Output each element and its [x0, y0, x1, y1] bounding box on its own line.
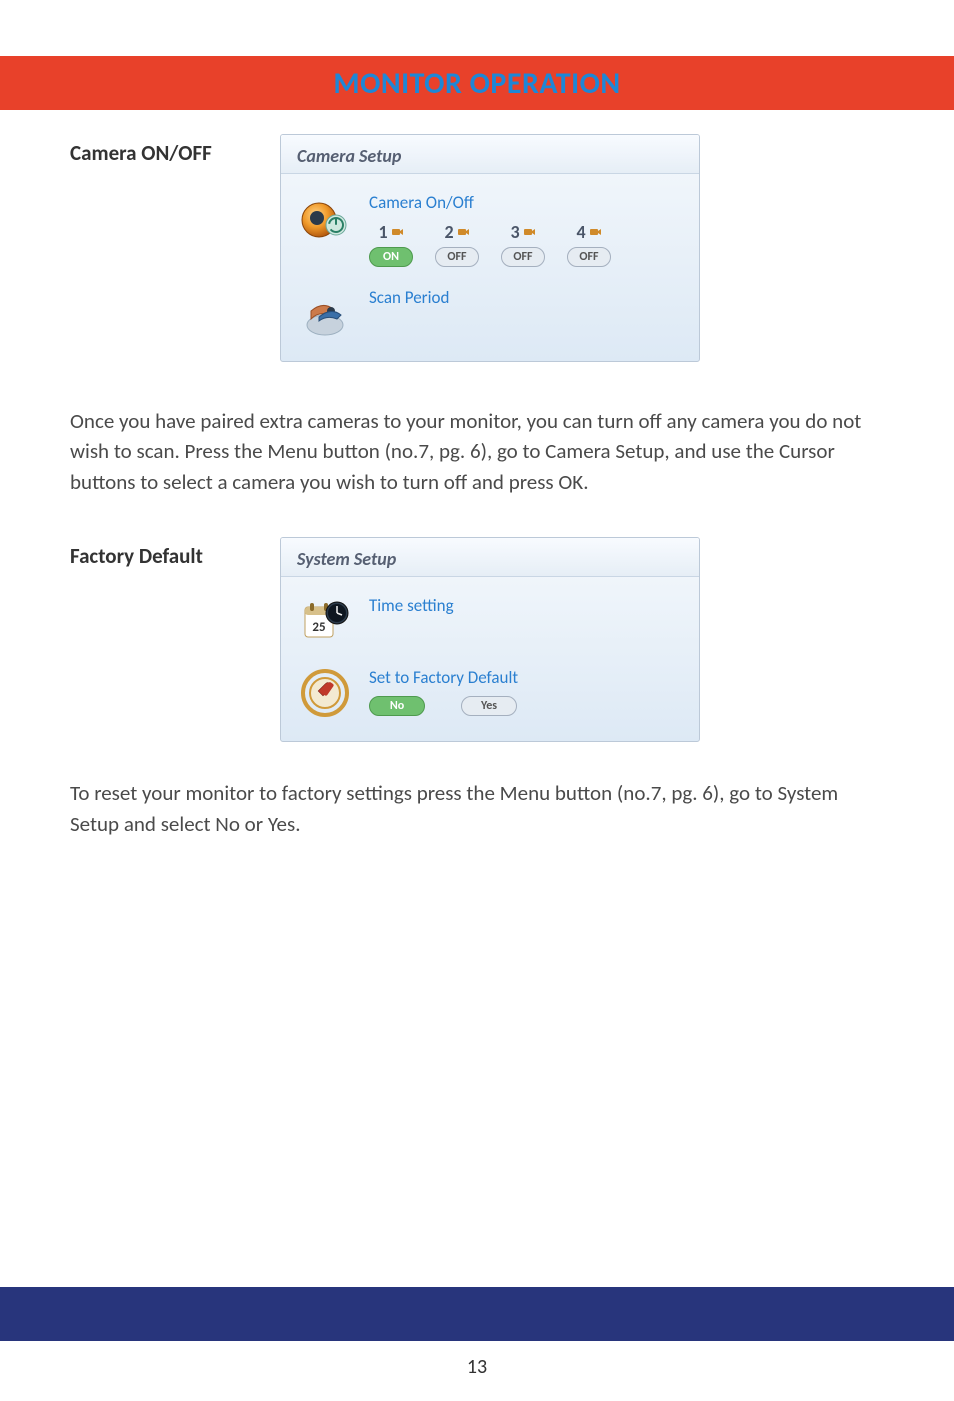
camera-2-state-pill[interactable]: OFF	[435, 247, 479, 267]
page-header-banner: MONITOR OPERATION	[0, 56, 954, 110]
camera-onoff-heading: Camera ON/OFF	[70, 134, 240, 166]
camera-4-number: 4	[576, 221, 601, 243]
camera-icon	[522, 225, 536, 239]
camera-2-col: 2 OFF	[435, 221, 479, 267]
calendar-clock-icon: 25	[299, 595, 351, 647]
scan-period-icon	[299, 287, 351, 339]
camera-setup-panel: Camera Setup	[280, 134, 700, 362]
camera-power-icon	[299, 192, 351, 244]
camera-4-col: 4 OFF	[567, 221, 611, 267]
camera-onoff-section: Camera ON/OFF Camera Setup	[70, 134, 884, 362]
factory-default-no-button[interactable]: No	[369, 696, 425, 716]
scan-period-label: Scan Period	[369, 287, 449, 308]
time-setting-label: Time setting	[369, 595, 454, 616]
system-setup-panel: System Setup 25	[280, 537, 700, 742]
scan-period-row: Scan Period	[299, 287, 681, 339]
camera-icon	[390, 225, 404, 239]
time-setting-row: 25 Time setting	[299, 595, 681, 647]
page-number: 13	[0, 1355, 954, 1379]
camera-4-state-pill[interactable]: OFF	[567, 247, 611, 267]
camera-1-col: 1 ON	[369, 221, 413, 267]
system-setup-panel-title: System Setup	[281, 538, 699, 577]
footer-bar	[0, 1287, 954, 1341]
page-title: MONITOR OPERATION	[333, 65, 620, 102]
factory-default-heading: Factory Default	[70, 537, 240, 569]
camera-icon	[456, 225, 470, 239]
factory-default-section: Factory Default System Setup 25	[70, 537, 884, 742]
camera-1-state-pill[interactable]: ON	[369, 247, 413, 267]
camera-3-col: 3 OFF	[501, 221, 545, 267]
factory-default-row: Set to Factory Default No Yes	[299, 667, 681, 719]
camera-icon	[588, 225, 602, 239]
camera-2-number: 2	[444, 221, 469, 243]
camera-onoff-label: Camera On/Off	[369, 192, 611, 213]
factory-default-yes-button[interactable]: Yes	[461, 696, 517, 716]
factory-wrench-icon	[299, 667, 351, 719]
camera-onoff-row: Camera On/Off 1 ON 2	[299, 192, 681, 267]
camera-1-number: 1	[378, 221, 403, 243]
factory-default-label: Set to Factory Default	[369, 667, 518, 688]
svg-text:25: 25	[312, 620, 325, 635]
camera-setup-panel-title: Camera Setup	[281, 135, 699, 174]
camera-3-state-pill[interactable]: OFF	[501, 247, 545, 267]
camera-3-number: 3	[510, 221, 535, 243]
factory-default-paragraph: To reset your monitor to factory setting…	[70, 778, 884, 839]
camera-onoff-paragraph: Once you have paired extra cameras to yo…	[70, 406, 884, 497]
